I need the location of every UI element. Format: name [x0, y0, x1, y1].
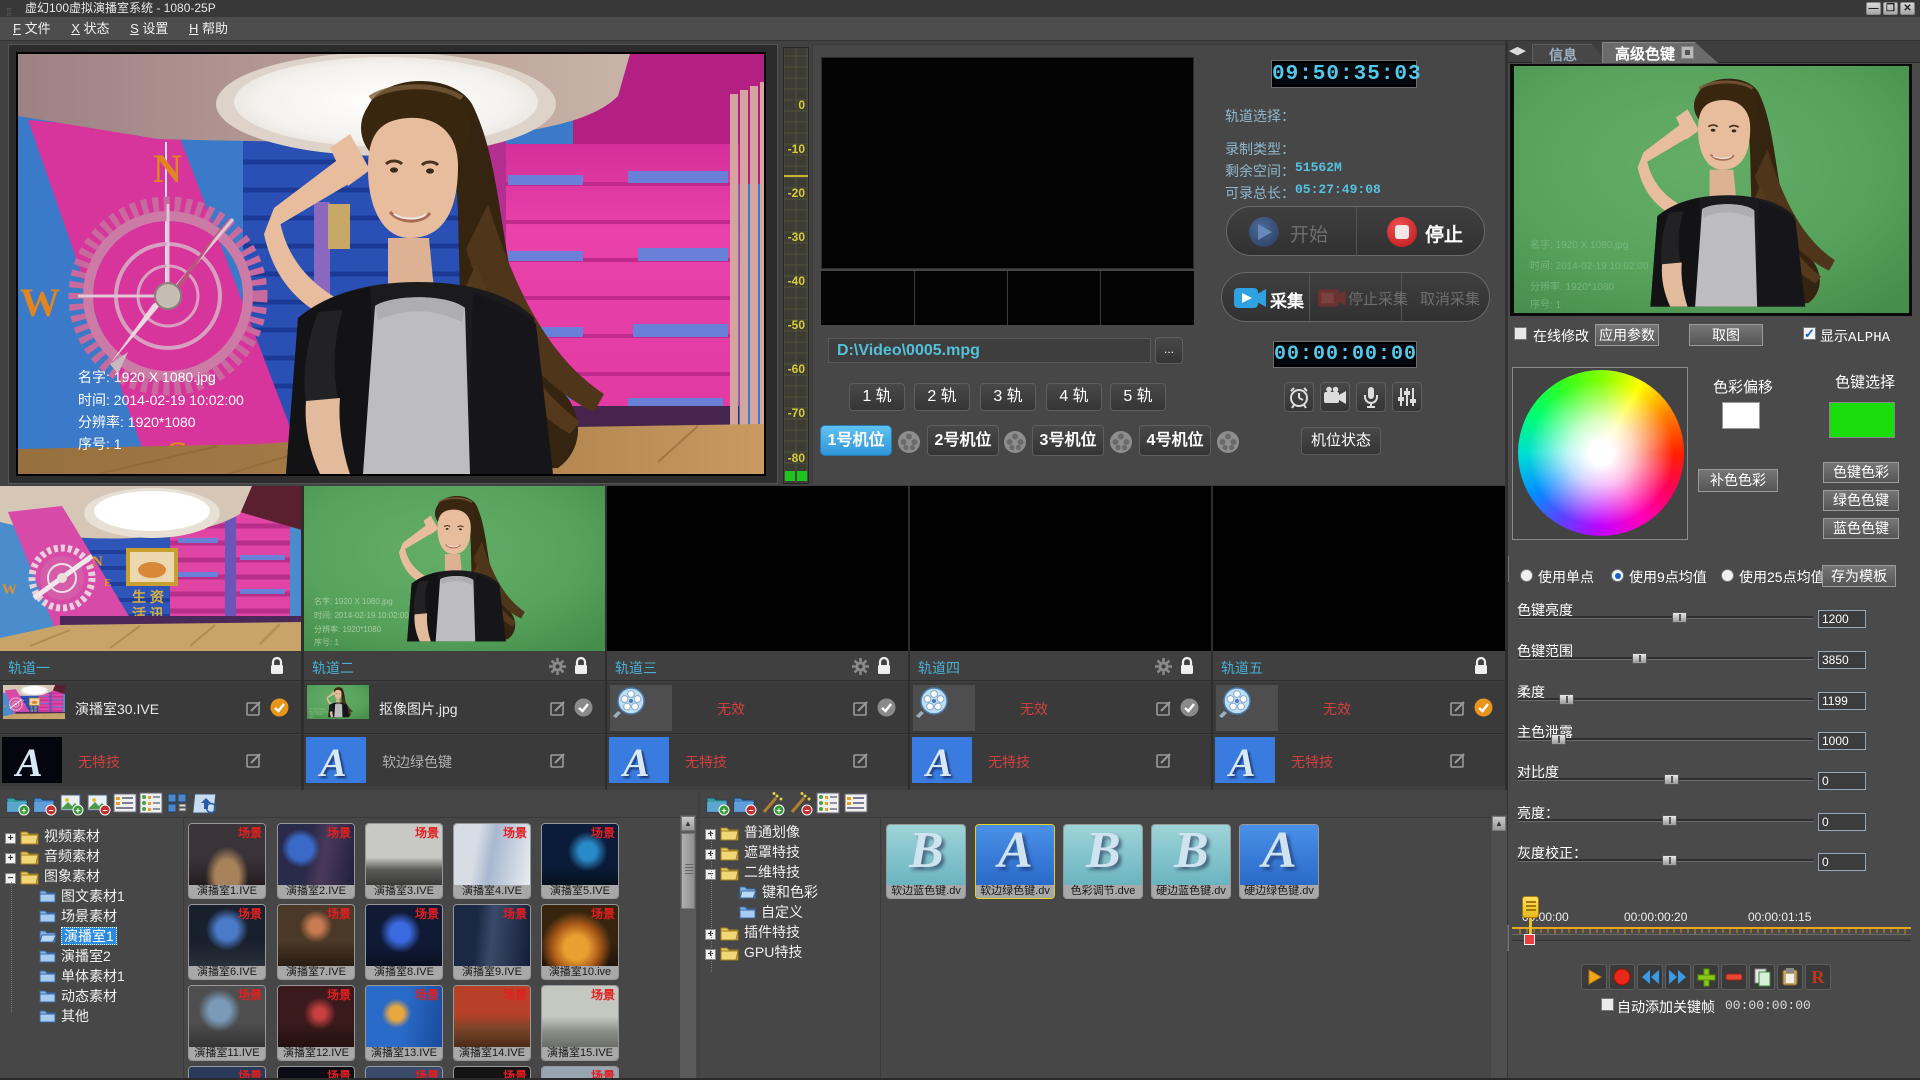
svg-text:序号: 1: 序号: 1: [1530, 298, 1562, 311]
svg-text:W: W: [2, 582, 17, 598]
svg-text:时间: 2014-02-19 10:02:00: 时间: 2014-02-19 10:02:00: [1530, 259, 1649, 272]
svg-text:名字: 1920 X 1080.jpg: 名字: 1920 X 1080.jpg: [78, 369, 216, 385]
svg-text:N: N: [92, 554, 103, 570]
svg-text:时间: 2014-02-19 10:02:00: 时间: 2014-02-19 10:02:00: [314, 610, 409, 620]
svg-text:E: E: [104, 577, 111, 589]
svg-text:-10: -10: [788, 142, 806, 156]
svg-text:分辨率: 1920*1080: 分辨率: 1920*1080: [78, 414, 196, 430]
svg-text:-80: -80: [788, 451, 806, 465]
svg-text:-20: -20: [788, 186, 806, 200]
svg-text:名字: 1920 X 1080.jpg: 名字: 1920 X 1080.jpg: [314, 596, 393, 606]
svg-text:-30: -30: [788, 230, 806, 244]
svg-text:−: −: [102, 806, 107, 816]
svg-text:0: 0: [798, 98, 805, 112]
svg-text:分辨率: 1920*1080: 分辨率: 1920*1080: [314, 624, 382, 634]
svg-text:+: +: [75, 806, 80, 816]
svg-text:-40: -40: [788, 274, 806, 288]
svg-text:生 资: 生 资: [132, 589, 164, 605]
svg-text:+: +: [721, 806, 726, 816]
svg-text:N: N: [153, 146, 182, 191]
svg-text:−: −: [48, 806, 53, 816]
svg-text:-70: -70: [788, 406, 806, 420]
svg-text:-60: -60: [788, 362, 806, 376]
svg-text:-50: -50: [788, 318, 806, 332]
svg-text:−: −: [804, 806, 809, 816]
svg-text:W: W: [20, 280, 60, 325]
svg-text:时间: 2014-02-19 10:02:00: 时间: 2014-02-19 10:02:00: [78, 392, 244, 408]
svg-text:序号: 1: 序号: 1: [314, 637, 339, 647]
svg-text:−: −: [748, 806, 753, 816]
svg-text:分辨率: 1920*1080: 分辨率: 1920*1080: [1530, 280, 1614, 293]
svg-text:名字: 1920 X 1080.jpg: 名字: 1920 X 1080.jpg: [1530, 238, 1628, 251]
svg-text:+: +: [776, 806, 781, 816]
svg-text:+: +: [21, 806, 26, 816]
svg-text:序号: 1: 序号: 1: [78, 436, 122, 452]
